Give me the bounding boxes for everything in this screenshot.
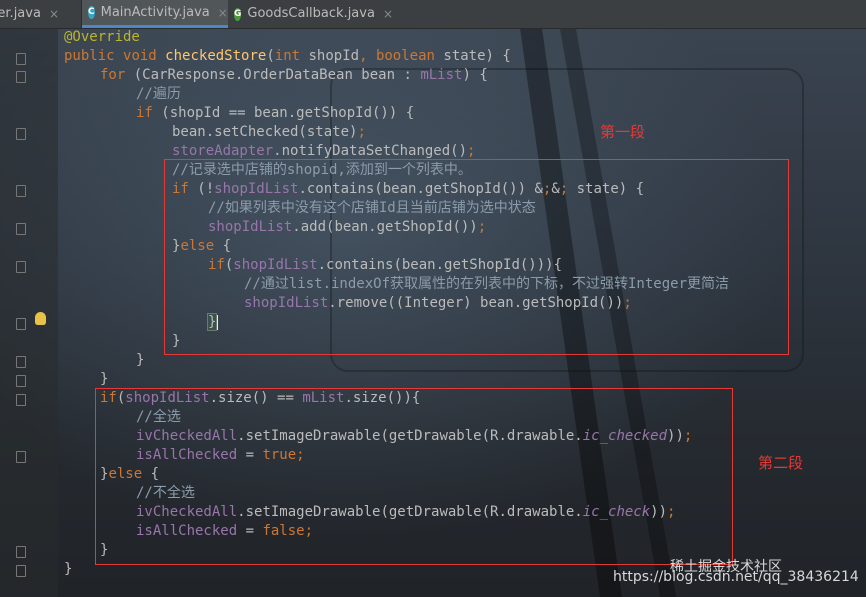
- code-comment-line: //遍历: [136, 86, 181, 102]
- tab-mainactivity-java[interactable]: C MainActivity.java ×: [82, 0, 228, 28]
- close-icon[interactable]: ×: [383, 0, 393, 28]
- fold-icon[interactable]: [16, 451, 26, 463]
- fold-icon[interactable]: [16, 394, 26, 406]
- close-icon[interactable]: ×: [218, 0, 228, 27]
- section-one-highlight-box: [164, 159, 789, 355]
- code-line: }: [64, 561, 73, 577]
- watermark-url: https://blog.csdn.net/qq_38436214: [613, 569, 859, 585]
- fold-icon[interactable]: [16, 71, 26, 83]
- code-line: }: [136, 352, 145, 368]
- tab-goodscallback-java[interactable]: G GoodsCallback.java ×: [228, 0, 393, 28]
- fold-icon[interactable]: [16, 375, 26, 387]
- fold-icon[interactable]: [16, 318, 26, 330]
- fold-icon[interactable]: [16, 565, 26, 577]
- code-line: for (CarResponse.OrderDataBean bean : mL…: [100, 67, 488, 83]
- fold-icon[interactable]: [16, 53, 26, 65]
- code-line: if (shopId == bean.getShopId()) {: [136, 105, 415, 121]
- section-two-highlight-box: [95, 388, 733, 565]
- code-line: }: [100, 371, 109, 387]
- code-line: @Override: [64, 29, 140, 45]
- close-icon[interactable]: ×: [49, 0, 59, 28]
- code-line: bean.setChecked(state);: [172, 124, 366, 140]
- section-one-label: 第一段: [600, 123, 646, 141]
- tab-label: GoodsCallback.java: [247, 6, 375, 21]
- tab-label: dapter.java: [0, 6, 41, 21]
- fold-icon[interactable]: [16, 185, 26, 197]
- lightbulb-icon[interactable]: [35, 312, 46, 325]
- interface-g-icon: G: [234, 7, 242, 21]
- fold-icon[interactable]: [16, 261, 26, 273]
- fold-icon[interactable]: [16, 128, 26, 140]
- editor-tab-bar: dapter.java × C MainActivity.java × G Go…: [0, 0, 866, 29]
- code-line: public void checkedStore(int shopId, boo…: [64, 48, 511, 64]
- section-two-label: 第二段: [758, 454, 804, 472]
- fold-icon[interactable]: [16, 356, 26, 368]
- class-c-icon: C: [88, 6, 95, 19]
- fold-icon[interactable]: [16, 223, 26, 235]
- tab-label: MainActivity.java: [100, 4, 210, 20]
- code-editor[interactable]: @Override public void checkedStore(int s…: [0, 28, 729, 577]
- fold-icon[interactable]: [16, 546, 26, 558]
- tab-adapter-java[interactable]: dapter.java ×: [0, 0, 82, 28]
